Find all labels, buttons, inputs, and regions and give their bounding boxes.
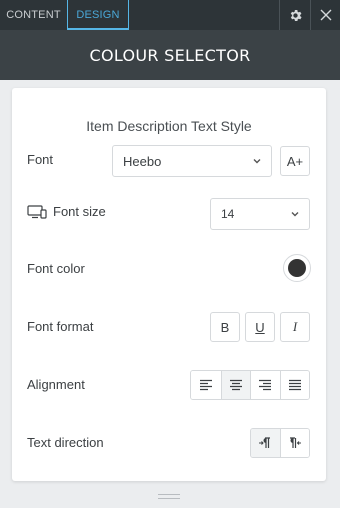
underline-button[interactable]: U	[245, 312, 275, 342]
bold-icon: B	[220, 319, 230, 335]
chevron-down-icon	[253, 159, 261, 164]
align-right-button[interactable]	[250, 371, 280, 399]
text-style-panel: Item Description Text Style Font Heebo A…	[12, 88, 326, 481]
align-left-button[interactable]	[191, 371, 221, 399]
underline-icon: U	[255, 319, 265, 335]
align-center-button[interactable]	[220, 371, 250, 399]
align-justify-icon	[288, 379, 301, 391]
tab-design[interactable]: DESIGN	[67, 0, 129, 30]
align-center-icon	[229, 379, 242, 391]
tab-content[interactable]: CONTENT	[0, 0, 67, 30]
panel-header: COLOUR SELECTOR	[0, 30, 340, 80]
alignment-row-label: Alignment	[27, 377, 85, 392]
font-format-row-label: Font format	[27, 319, 93, 334]
font-color-row-label: Font color	[27, 261, 85, 276]
align-left-icon	[199, 379, 212, 391]
rtl-icon	[289, 437, 301, 448]
settings-button[interactable]	[279, 0, 310, 30]
top-tab-bar: CONTENT DESIGN	[0, 0, 340, 30]
font-size-label: Font size	[53, 204, 106, 219]
alignment-group	[190, 370, 310, 400]
bold-button[interactable]: B	[210, 312, 240, 342]
font-color-label: Font color	[27, 261, 85, 276]
header-title: COLOUR SELECTOR	[89, 45, 251, 65]
font-add-icon: A+	[286, 153, 304, 169]
text-direction-row-label: Text direction	[27, 435, 104, 450]
align-right-icon	[259, 379, 272, 391]
font-format-label: Font format	[27, 319, 94, 334]
font-color-swatch	[288, 259, 306, 277]
close-button[interactable]	[310, 0, 340, 30]
add-font-button[interactable]: A+	[280, 146, 310, 176]
italic-icon: I	[292, 319, 298, 334]
section-title: Item Description Text Style	[86, 118, 252, 134]
font-size-value: 14	[221, 207, 235, 221]
direction-rtl-button[interactable]	[279, 429, 309, 457]
gear-icon	[290, 9, 302, 21]
font-size-row-label: Font size	[27, 204, 106, 219]
direction-ltr-button[interactable]	[251, 429, 280, 457]
italic-button[interactable]: I	[280, 312, 310, 342]
font-size-select[interactable]: 14	[210, 198, 310, 230]
chevron-down-icon	[291, 212, 299, 217]
font-row-label: Font	[27, 152, 53, 167]
resize-handle[interactable]	[158, 494, 180, 502]
font-label: Font	[27, 152, 54, 167]
alignment-label: Alignment	[27, 377, 85, 392]
close-icon	[320, 9, 332, 21]
text-direction-label: Text direction	[27, 435, 104, 450]
ltr-icon	[259, 437, 271, 448]
desktop-mobile-icon	[27, 204, 47, 219]
font-select[interactable]: Heebo	[112, 145, 272, 177]
text-direction-group	[250, 428, 310, 458]
font-color-picker[interactable]	[283, 254, 311, 282]
font-select-value: Heebo	[123, 153, 162, 169]
align-justify-button[interactable]	[279, 371, 309, 399]
